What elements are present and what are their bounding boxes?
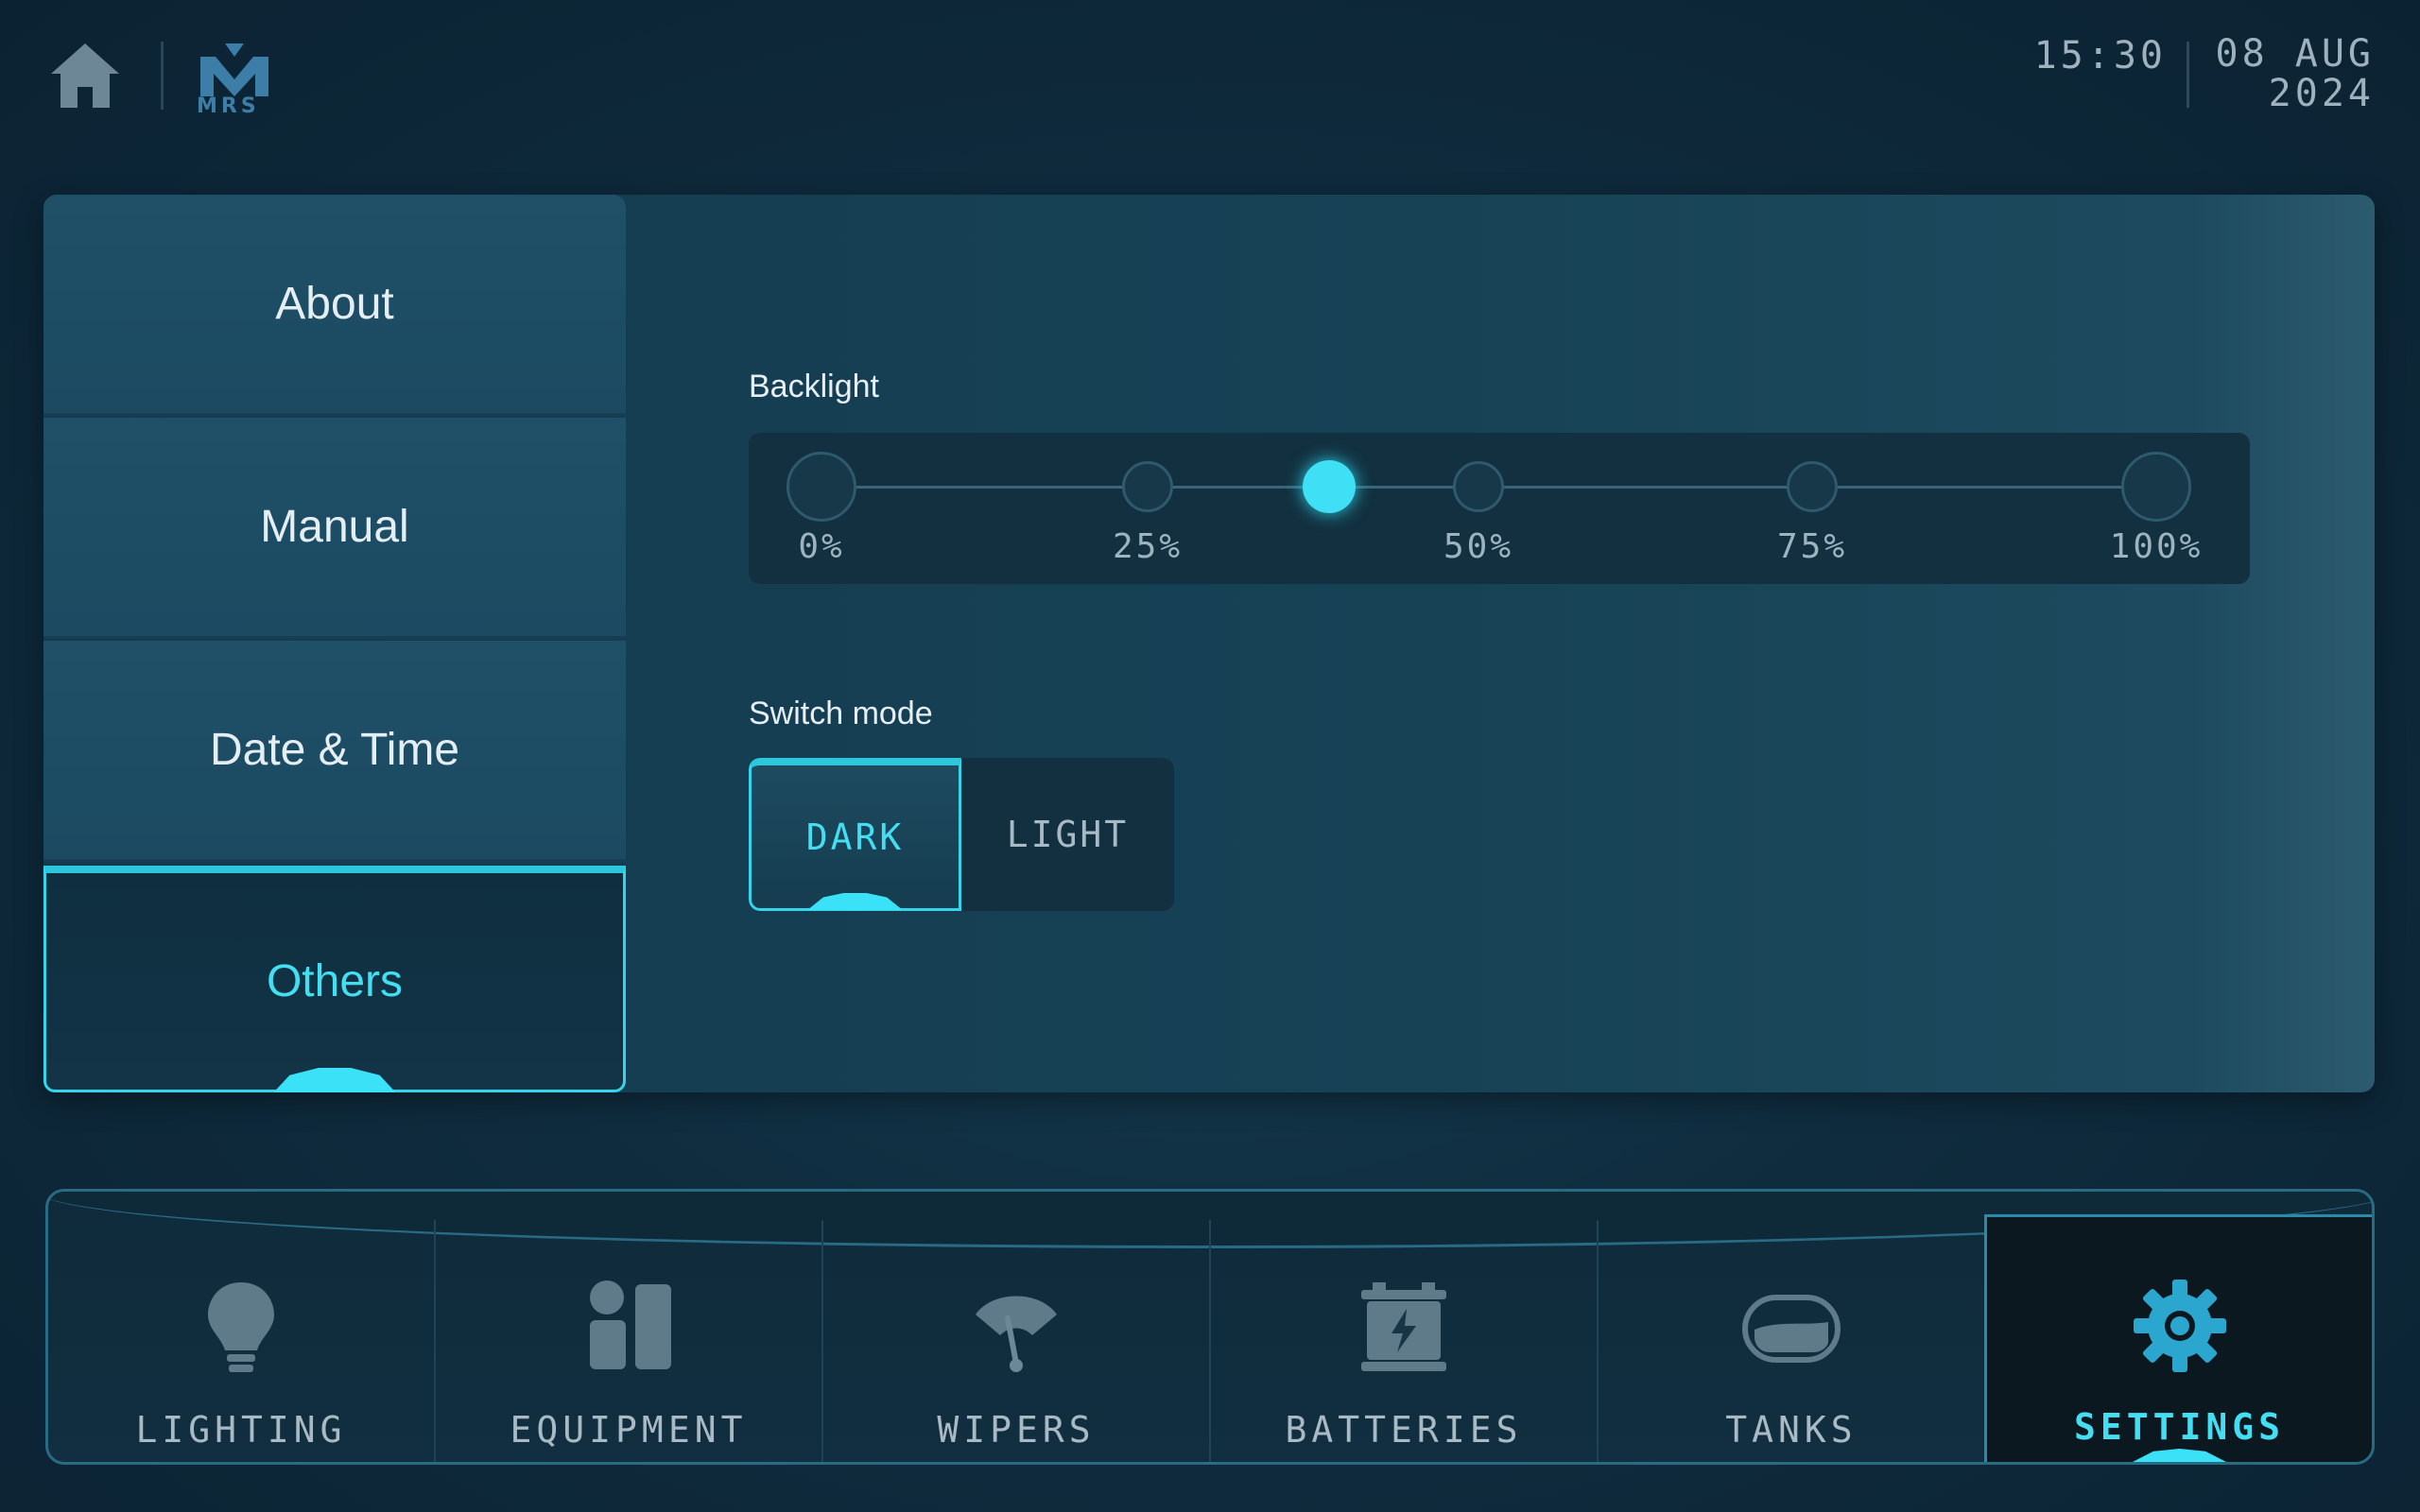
tab-wipers[interactable]: WIPERS	[823, 1220, 1211, 1462]
logo-text: MRS	[197, 94, 260, 118]
tab-label: WIPERS	[937, 1409, 1096, 1451]
wiper-icon	[976, 1296, 1057, 1372]
date-year: 2024	[2268, 72, 2375, 115]
tab-batteries[interactable]: BATTERIES	[1211, 1220, 1599, 1462]
sidebar-item-label: About	[275, 279, 394, 329]
bulb-icon	[208, 1282, 274, 1372]
sidebar-item-date-time[interactable]: Date & Time	[43, 641, 626, 862]
date: 08 AUG 2024	[2212, 34, 2375, 113]
tab-settings[interactable]: SETTINGS	[1984, 1214, 2372, 1462]
gear-icon	[2133, 1280, 2226, 1372]
active-indicator	[2133, 1449, 2226, 1462]
tab-label: BATTERIES	[1285, 1409, 1523, 1451]
tab-equipment[interactable]: EQUIPMENT	[436, 1220, 823, 1462]
clock-divider	[2187, 42, 2189, 108]
slider-thumb[interactable]	[1302, 460, 1356, 513]
tick-label: 25%	[1112, 527, 1184, 566]
slider-stop-75[interactable]	[1787, 461, 1838, 512]
tank-icon	[1742, 1295, 1841, 1363]
tick-label: 50%	[1443, 527, 1514, 566]
mode-toggle: DARK LIGHT	[749, 758, 1174, 911]
dark-mode-button[interactable]: DARK	[749, 758, 961, 911]
tab-label: EQUIPMENT	[510, 1409, 748, 1451]
home-icon[interactable]	[49, 40, 121, 112]
sidebar-item-label: Manual	[260, 502, 409, 552]
battery-icon	[1361, 1282, 1446, 1371]
dark-mode-label: DARK	[805, 816, 905, 858]
sidebar-item-about[interactable]: About	[43, 195, 626, 416]
active-indicator	[273, 1068, 396, 1092]
sidebar-item-others[interactable]: Others	[43, 866, 626, 1092]
sidebar-item-label: Others	[266, 956, 404, 1006]
light-mode-label: LIGHT	[1006, 814, 1130, 855]
switch-mode-label: Switch mode	[749, 696, 933, 731]
settings-sidebar: About Manual Date & Time Others	[43, 195, 626, 1092]
bottom-nav: LIGHTING EQUIPMENT WIPERS BATTERIES TANK…	[45, 1189, 2375, 1465]
slider-stop-50[interactable]	[1453, 461, 1504, 512]
tick-label: 75%	[1776, 527, 1848, 566]
sidebar-item-manual[interactable]: Manual	[43, 418, 626, 639]
header-divider	[161, 42, 164, 110]
clock: 15:30	[2033, 34, 2167, 77]
tick-label: 0%	[798, 527, 845, 566]
backlight-slider[interactable]: 0% 25% 50% 75% 100%	[749, 433, 2250, 584]
active-indicator	[807, 893, 903, 910]
tab-tanks[interactable]: TANKS	[1599, 1220, 1986, 1462]
tab-lighting[interactable]: LIGHTING	[48, 1220, 436, 1462]
slider-stop-0[interactable]	[786, 452, 856, 522]
date-day-month: 08 AUG	[2215, 32, 2375, 76]
tab-label: TANKS	[1725, 1409, 1858, 1451]
equipment-icon	[590, 1280, 671, 1369]
tab-label: SETTINGS	[2073, 1406, 2286, 1448]
slider-stop-25[interactable]	[1122, 461, 1173, 512]
backlight-label: Backlight	[749, 369, 879, 404]
tick-label: 100%	[2109, 527, 2204, 566]
light-mode-button[interactable]: LIGHT	[961, 758, 1174, 911]
tab-label: LIGHTING	[135, 1409, 347, 1451]
sidebar-item-label: Date & Time	[209, 725, 460, 775]
slider-stop-100[interactable]	[2121, 452, 2191, 522]
